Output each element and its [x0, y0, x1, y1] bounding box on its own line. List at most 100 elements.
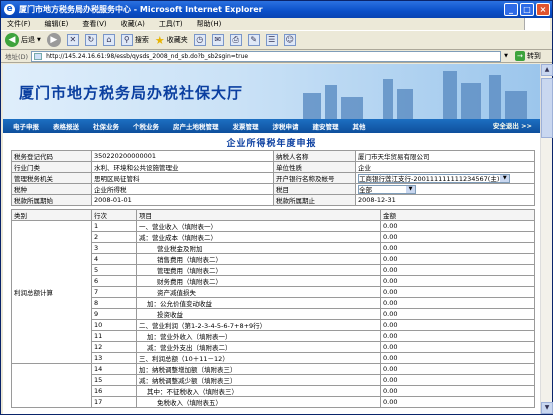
toolbar: ◀ 后退 ▼ ▶ ✕ ↻ ⌂ ⚲ 搜索 ★ 收藏夹 ◷ ✉ ⎙ ✎ ☰ ☺	[1, 30, 552, 50]
info-label: 税款所属期始	[11, 194, 92, 206]
info-label: 行业门类	[11, 161, 92, 173]
dropdown-arrow-icon: ▼	[406, 185, 415, 193]
go-label: 转到	[526, 52, 541, 60]
skyline-building	[303, 93, 321, 119]
info-value: 企业	[355, 161, 535, 173]
row-item: 二、营业利润（第1-2-3-4-5-6-7+8+9行）	[136, 319, 381, 331]
history-icon[interactable]: ◷	[193, 34, 206, 46]
stop-icon[interactable]: ✕	[66, 34, 79, 46]
row-amount[interactable]: 0.00	[380, 253, 535, 265]
row-amount[interactable]: 0.00	[380, 319, 535, 331]
menu-file[interactable]: 文件(F)	[7, 19, 31, 29]
row-number: 8	[91, 297, 137, 309]
row-amount[interactable]: 0.00	[380, 220, 535, 232]
bank-account-cell: 工商银行莲江支行-200111111111234567(主) ▼	[355, 172, 535, 184]
dropdown-arrow-icon: ▼	[500, 174, 510, 182]
title-bar: e 厦门市地方税务局办税服务中心 - Microsoft Internet Ex…	[1, 1, 552, 18]
vertical-scrollbar[interactable]: ▲ ▼	[540, 64, 553, 414]
favorites-label: 收藏夹	[166, 36, 188, 44]
menu-favorites[interactable]: 收藏(A)	[121, 19, 145, 29]
row-item: 投资收益	[136, 308, 381, 320]
close-button[interactable]: ×	[536, 3, 550, 16]
forward-button[interactable]: ▶	[46, 33, 61, 47]
site-banner: 厦门市地方税务局办税社保大厅	[3, 64, 540, 119]
row-item: 资产减值损失	[136, 286, 381, 298]
bank-account-select[interactable]: 工商银行莲江支行-200111111111234567(主) ▼	[358, 173, 511, 183]
menu-tools[interactable]: 工具(T)	[159, 19, 183, 29]
row-amount[interactable]: 0.00	[380, 242, 535, 254]
scroll-up-icon[interactable]: ▲	[541, 64, 553, 76]
edit-icon[interactable]: ✎	[247, 34, 260, 46]
scroll-thumb[interactable]	[541, 78, 553, 138]
row-amount[interactable]: 0.00	[380, 396, 535, 408]
row-item: 三、利润总额（10＋11－12）	[136, 352, 381, 364]
row-amount[interactable]: 0.00	[380, 275, 535, 287]
menu-help[interactable]: 帮助(H)	[197, 19, 222, 29]
row-number: 14	[91, 363, 137, 375]
info-value: 2008-12-31	[355, 194, 535, 206]
row-amount[interactable]: 0.00	[380, 341, 535, 353]
row-amount[interactable]: 0.00	[380, 385, 535, 397]
bank-account-value: 工商银行莲江支行-200111111111234567(主)	[359, 174, 500, 183]
nav-item[interactable]: 房产土地税管理	[173, 121, 219, 131]
row-amount[interactable]: 0.00	[380, 308, 535, 320]
row-amount[interactable]: 0.00	[380, 297, 535, 309]
search-icon: ⚲	[120, 34, 133, 46]
row-amount[interactable]: 0.00	[380, 231, 535, 243]
row-amount[interactable]: 0.00	[380, 286, 535, 298]
nav-item[interactable]: 个税业务	[133, 121, 159, 131]
row-amount[interactable]: 0.00	[380, 352, 535, 364]
row-item: 营业税金及附加	[136, 242, 381, 254]
row-amount[interactable]: 0.00	[380, 374, 535, 386]
home-icon[interactable]: ⌂	[102, 34, 115, 46]
tax-item-select[interactable]: 全部 ▼	[358, 184, 416, 194]
maximize-button[interactable]: □	[520, 3, 534, 16]
skyline-building	[461, 83, 481, 119]
row-amount[interactable]: 0.00	[380, 330, 535, 342]
scroll-down-icon[interactable]: ▼	[541, 402, 553, 414]
row-number: 10	[91, 319, 137, 331]
discuss-icon[interactable]: ☰	[265, 34, 278, 46]
favorites-button[interactable]: ★ 收藏夹	[155, 34, 188, 47]
info-label: 税务登记代码	[11, 150, 92, 162]
refresh-icon[interactable]: ↻	[84, 34, 97, 46]
back-button[interactable]: ◀ 后退 ▼	[5, 33, 41, 47]
row-amount[interactable]: 0.00	[380, 264, 535, 276]
go-button[interactable]: → 转到	[514, 51, 541, 61]
info-label: 税目	[273, 183, 356, 195]
row-amount[interactable]: 0.00	[380, 363, 535, 375]
nav-item[interactable]: 电子申报	[13, 121, 39, 131]
info-value: 企业所得税	[91, 183, 274, 195]
nav-item[interactable]: 建安管理	[313, 121, 339, 131]
main-nav: 电子申报 表格报送 社保业务 个税业务 房产土地税管理 发票管理 涉税申请 建安…	[3, 119, 540, 133]
back-arrow-icon: ◀	[5, 33, 19, 47]
address-dropdown-icon[interactable]: ▼	[504, 53, 508, 59]
mail-icon[interactable]: ✉	[211, 34, 224, 46]
window-title: 厦门市地方税务局办税服务中心 - Microsoft Internet Expl…	[19, 5, 263, 14]
menu-edit[interactable]: 编辑(E)	[45, 19, 69, 29]
nav-item[interactable]: 涉税申请	[273, 121, 299, 131]
row-number: 3	[91, 242, 137, 254]
menu-view[interactable]: 查看(V)	[82, 19, 106, 29]
tax-item-value: 全部	[359, 185, 372, 194]
info-label: 税种	[11, 183, 92, 195]
search-button[interactable]: ⚲ 搜索	[120, 34, 149, 46]
nav-item[interactable]: 表格报送	[53, 121, 79, 131]
minimize-button[interactable]: _	[504, 3, 518, 16]
print-icon[interactable]: ⎙	[229, 34, 242, 46]
page-content: 厦门市地方税务局办税社保大厅 电子申报 表格报送 社保业务 个税业务 房产土地税…	[3, 64, 540, 414]
nav-item[interactable]: 社保业务	[93, 121, 119, 131]
nav-item[interactable]: 其他	[353, 121, 366, 131]
table-row: 利润总额计算 1 一、营业收入（填附表一） 0.00	[11, 220, 535, 364]
skyline-building	[325, 85, 337, 119]
messenger-icon[interactable]: ☺	[283, 34, 296, 46]
address-input[interactable]: http://145.24.16.61:98/essb/qysds_2008_n…	[31, 50, 502, 62]
logout-link[interactable]: 安全退出 >>	[493, 119, 532, 133]
forward-arrow-icon: ▶	[46, 33, 61, 47]
tax-return-table: 类别 行次 项目 金额 利润总额计算 1 一、营业收入（填附表一） 0.00 2 减：营业…	[11, 209, 535, 408]
nav-item[interactable]: 发票管理	[233, 121, 259, 131]
row-item: 减：营业外支出（填附表二）	[136, 341, 381, 353]
row-item: 免税收入（填附表五）	[136, 396, 381, 408]
skyline-building	[341, 97, 363, 119]
row-item: 其中：不征税收入（填附表三）	[136, 385, 381, 397]
